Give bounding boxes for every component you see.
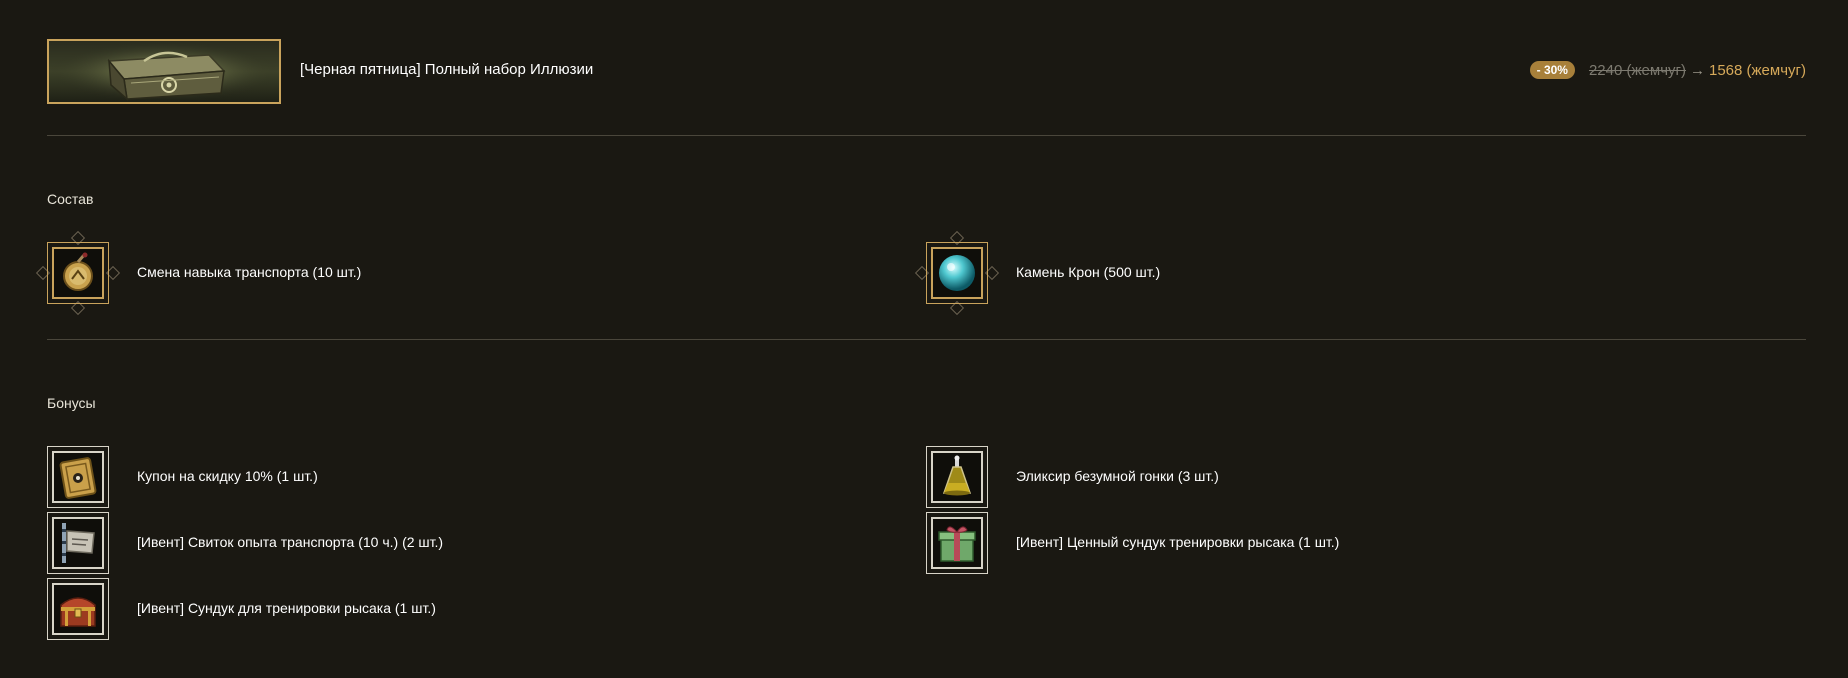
- mount-skill-change-icon: [52, 247, 104, 299]
- arrow-icon: →: [1689, 61, 1705, 79]
- new-price: 1568 (жемчуг): [1708, 61, 1806, 79]
- item-label: Эликсир безумной гонки (3 шт.): [1016, 468, 1219, 484]
- divider: [47, 135, 1806, 136]
- coupon-icon: [52, 451, 104, 503]
- item-frame: [47, 446, 109, 508]
- section-title-composition: Состав: [47, 191, 94, 207]
- item-frame: [926, 242, 988, 304]
- section-title-bonuses: Бонусы: [47, 395, 96, 411]
- product-detail-page: [Черная пятница] Полный набор Иллюзии - …: [0, 0, 1848, 678]
- item-label: Купон на скидку 10% (1 шт.): [137, 468, 318, 484]
- item-frame: [47, 578, 109, 640]
- item-frame: [47, 242, 109, 304]
- item-label: [Ивент] Ценный сундук тренировки рысака …: [1016, 534, 1340, 550]
- item-label: Камень Крон (500 шт.): [1016, 264, 1161, 280]
- item-frame: [926, 512, 988, 574]
- cron-stone-icon: [931, 247, 983, 299]
- item-label: [Ивент] Свиток опыта транспорта (10 ч.) …: [137, 534, 444, 550]
- item-frame: [926, 446, 988, 508]
- item-label: Смена навыка транспорта (10 шт.): [137, 264, 362, 280]
- item-frame: [47, 512, 109, 574]
- price-block: - 30% 2240 (жемчуг) → 1568 (жемчуг): [1529, 61, 1806, 79]
- treasure-chest-icon: [52, 583, 104, 635]
- old-price: 2240 (жемчуг): [1588, 61, 1686, 79]
- chest-icon: [47, 39, 281, 104]
- elixir-icon: [931, 451, 983, 503]
- product-header: [Черная пятница] Полный набор Иллюзии - …: [47, 39, 1806, 104]
- product-name: [Черная пятница] Полный набор Иллюзии: [300, 61, 594, 78]
- gift-box-icon: [931, 517, 983, 569]
- item-label: [Ивент] Сундук для тренировки рысака (1 …: [137, 600, 436, 616]
- discount-badge: - 30%: [1529, 61, 1575, 79]
- divider: [47, 339, 1806, 340]
- scroll-icon: [52, 517, 104, 569]
